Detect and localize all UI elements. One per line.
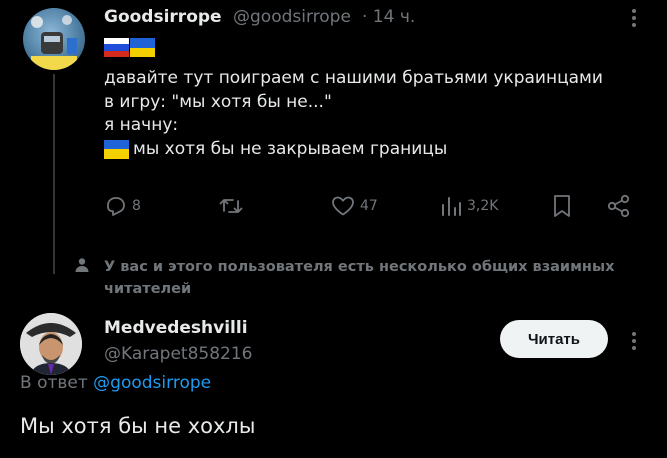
like-button[interactable]: 47	[330, 191, 378, 221]
views-count: 3,2K	[467, 198, 499, 214]
mutual-notice-line2: читателей	[104, 281, 192, 297]
ukraine-flag-icon	[104, 139, 129, 159]
follow-button[interactable]: Читать	[500, 320, 608, 358]
mutual-followers-notice: У вас и этого пользователя есть нескольк…	[104, 256, 644, 300]
share-button[interactable]	[606, 191, 632, 221]
like-count: 47	[360, 198, 378, 214]
reply-icon	[104, 194, 128, 218]
more-icon[interactable]	[627, 329, 641, 353]
tweet-text: давайте тут поиграем с нашими братьями у…	[104, 67, 644, 161]
repost-icon	[218, 194, 244, 218]
reply-button[interactable]: 8	[104, 191, 141, 221]
thread-line	[53, 74, 55, 274]
reply-author-handle[interactable]: @Karapet858216	[104, 344, 252, 364]
reply-text: Мы хотя бы не хохлы	[20, 414, 256, 438]
in-reply-to: В ответ @goodsirrope	[20, 373, 211, 393]
tweet-text-line-with-flag: мы хотя бы не закрываем границы	[104, 138, 644, 162]
tweet-text-line-4: мы хотя бы не закрываем границы	[133, 138, 448, 159]
reply-count: 8	[132, 198, 141, 214]
author-name[interactable]: Goodsirrope	[104, 7, 222, 27]
tweet-text-line: я начну:	[104, 115, 179, 135]
ukraine-flag-icon	[130, 38, 155, 57]
repost-button[interactable]	[218, 191, 244, 221]
reply-author-avatar[interactable]	[20, 313, 82, 375]
tweet-text-line: в игру: "мы хотя бы не..."	[104, 91, 332, 112]
like-icon	[330, 194, 356, 218]
mutual-notice-line1: У вас и этого пользователя есть нескольк…	[104, 259, 615, 275]
people-icon	[74, 257, 90, 277]
views-icon	[440, 194, 462, 218]
bookmark-icon	[550, 193, 574, 219]
russia-flag-icon	[104, 38, 129, 57]
more-icon[interactable]	[627, 6, 641, 30]
reply-author-name[interactable]: Medvedeshvilli	[104, 318, 248, 338]
bookmark-button[interactable]	[550, 191, 574, 221]
tweet-time[interactable]: · 14 ч.	[362, 7, 415, 27]
in-reply-prefix: В ответ	[20, 373, 88, 393]
views-button[interactable]: 3,2K	[440, 191, 498, 221]
share-icon	[606, 193, 632, 219]
author-handle[interactable]: @goodsirrope	[233, 7, 351, 27]
in-reply-handle-link[interactable]: @goodsirrope	[93, 373, 211, 393]
author-avatar[interactable]	[23, 8, 85, 70]
tweet-text-line: давайте тут поиграем с нашими братьями у…	[104, 68, 603, 88]
